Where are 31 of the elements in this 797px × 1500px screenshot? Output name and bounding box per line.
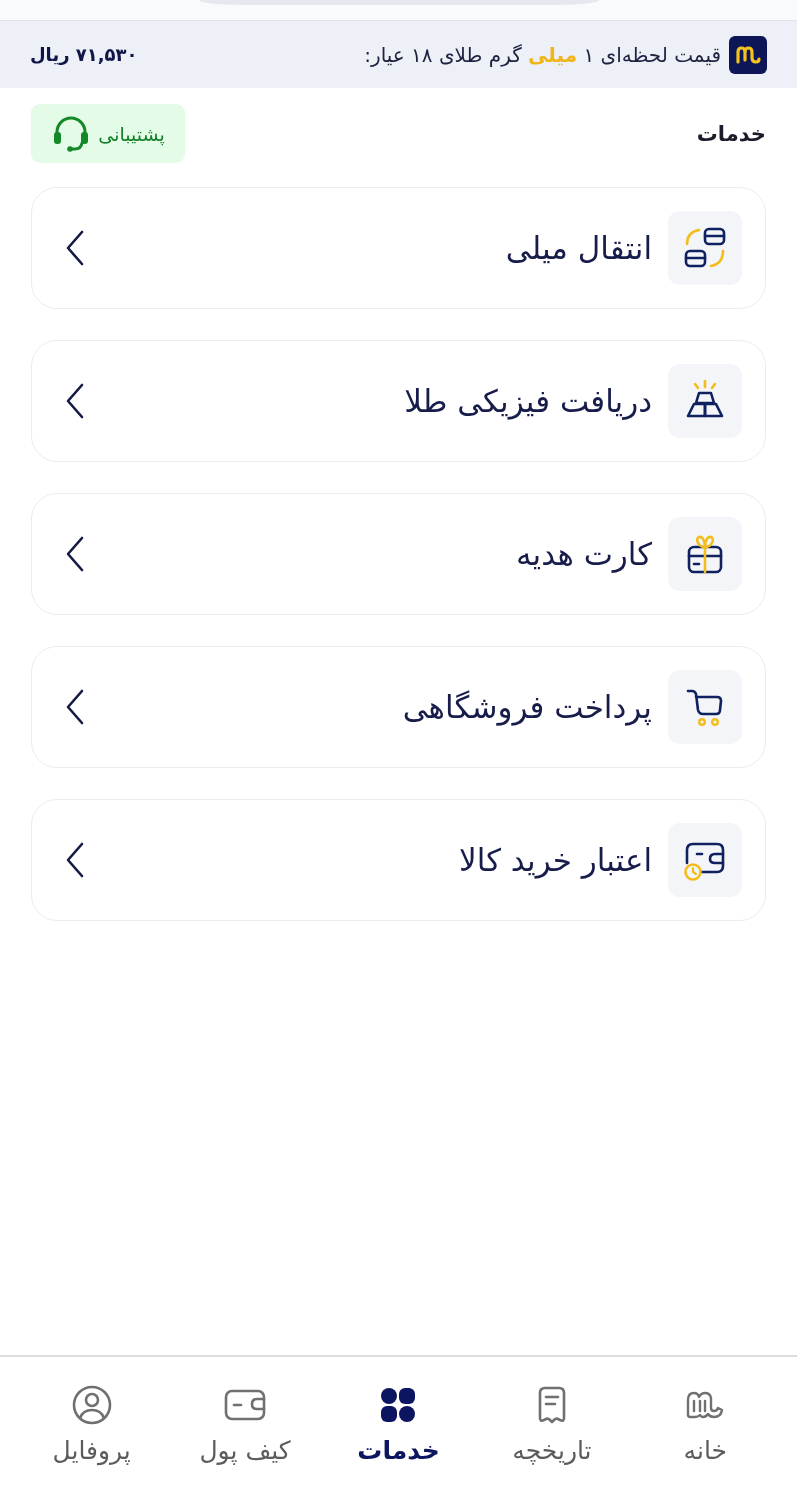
gift-icon [668,517,742,591]
chevron-left-icon [65,382,85,420]
nav-tab[interactable]: خانه [628,1357,782,1500]
support-button[interactable]: پشتیبانی [31,104,185,163]
chevron-left-icon [65,688,85,726]
price-value: ۷۱,۵۳۰ ریال [30,44,138,65]
nav-tab[interactable]: کیف پول [168,1357,322,1500]
chevron-left-icon [65,229,85,267]
wallet-clock-icon [668,823,742,897]
nav-tab[interactable]: پروفایل [14,1357,169,1500]
cart-icon [668,670,742,744]
price-label: قیمت لحظه‌ای ۱ میلی گرم طلای ۱۸ عیار: [364,42,721,67]
chevron-left-icon [65,535,85,573]
ingot-stack-icon [668,364,742,438]
service-title: اعتبار خرید کالا [459,842,652,878]
user-circle-icon [70,1384,113,1426]
service-card[interactable]: پرداخت فروشگاهی [31,646,766,768]
service-title: پرداخت فروشگاهی [402,689,652,725]
service-card[interactable]: اعتبار خرید کالا [31,799,766,921]
service-card[interactable]: کارت هدیه [31,493,766,615]
section-title: خدمات [696,121,766,146]
nav-tab[interactable]: تاریخچه [475,1357,629,1500]
nav-tab[interactable]: خدمات [321,1357,476,1500]
logo-icon [729,35,767,74]
service-title: کارت هدیه [515,536,652,572]
service-card[interactable]: دریافت فیزیکی طلا [31,340,766,462]
service-title: انتقال میلی [505,230,652,266]
cards-exchange-icon [668,211,742,285]
chevron-left-icon [65,841,85,879]
service-title: دریافت فیزیکی طلا [404,383,652,419]
service-card[interactable]: انتقال میلی [31,187,766,309]
